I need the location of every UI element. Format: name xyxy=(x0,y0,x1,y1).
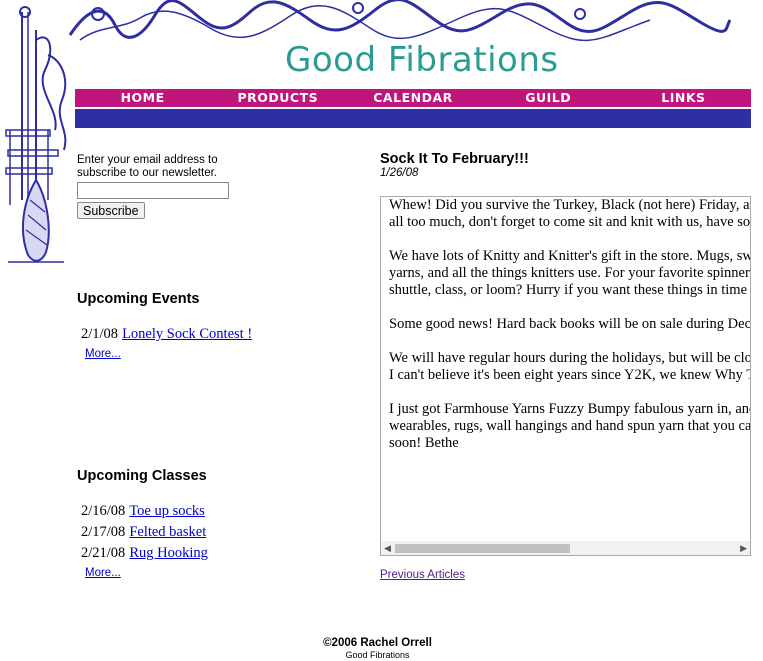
spindle-decoration xyxy=(5,6,67,263)
nav-guild[interactable]: GUILD xyxy=(481,89,616,107)
class-date: 2/16/08 xyxy=(81,503,126,519)
event-date: 2/1/08 xyxy=(81,326,119,342)
class-link[interactable]: Felted basket xyxy=(129,524,206,540)
list-item: 2/1/08 Lonely Sock Contest ! xyxy=(81,324,252,345)
footer-site-name: Good Fibrations xyxy=(345,650,410,660)
article-date: 1/26/08 xyxy=(380,167,419,179)
subscribe-button[interactable]: Subscribe xyxy=(77,202,145,219)
list-item: 2/17/08 Felted basket xyxy=(81,522,208,543)
newsletter-prompt: Enter your email address to subscribe to… xyxy=(77,154,218,179)
classes-heading: Upcoming Classes xyxy=(77,468,207,484)
nav-calendar[interactable]: CALENDAR xyxy=(345,89,480,107)
events-heading: Upcoming Events xyxy=(77,291,200,307)
horizontal-scrollbar[interactable]: ◀ ▶ xyxy=(381,541,750,555)
list-item: 2/21/08 Rug Hooking xyxy=(81,543,208,564)
list-item: 2/16/08 Toe up socks xyxy=(81,501,208,522)
classes-list: 2/16/08 Toe up socks 2/17/08 Felted basket… xyxy=(81,501,208,581)
footer-copyright: ©2006 Rachel Orrell xyxy=(323,637,432,649)
article-paragraph: I just got Farmhouse Yarns Fuzzy Bumpy f… xyxy=(389,401,751,451)
events-more-link[interactable]: More... xyxy=(85,348,121,360)
article-paragraph: We will have regular hours during the ho… xyxy=(389,350,751,383)
nav-links[interactable]: LINKS xyxy=(616,89,751,107)
article-title: Sock It To February!!! xyxy=(380,151,529,167)
nav-products[interactable]: PRODUCTS xyxy=(210,89,345,107)
classes-more-link[interactable]: More... xyxy=(85,567,121,579)
nav-home[interactable]: HOME xyxy=(75,89,210,107)
article-paragraph: We have lots of Knitty and Knitter's gif… xyxy=(389,248,751,298)
article-scroll-frame[interactable]: Whew! Did you survive the Turkey, Black … xyxy=(380,196,751,556)
events-list: 2/1/08 Lonely Sock Contest ! More... xyxy=(81,324,252,362)
email-field[interactable] xyxy=(77,182,229,199)
article-paragraph: Some good news! Hard back books will be … xyxy=(389,316,751,332)
event-link[interactable]: Lonely Sock Contest ! xyxy=(122,326,252,342)
previous-articles-link[interactable]: Previous Articles xyxy=(380,569,465,581)
class-date: 2/21/08 xyxy=(81,545,126,561)
site-logo[interactable]: Good Fibrations xyxy=(285,40,559,80)
scroll-left-icon[interactable]: ◀ xyxy=(384,543,391,553)
class-date: 2/17/08 xyxy=(81,524,126,540)
scrollbar-thumb[interactable] xyxy=(395,544,570,553)
nav-subbar xyxy=(75,109,751,128)
article-body: Whew! Did you survive the Turkey, Black … xyxy=(389,197,751,469)
article-paragraph: Whew! Did you survive the Turkey, Black … xyxy=(389,197,751,230)
class-link[interactable]: Toe up socks xyxy=(129,503,205,519)
scroll-right-icon[interactable]: ▶ xyxy=(740,543,747,553)
main-nav: HOME PRODUCTS CALENDAR GUILD LINKS xyxy=(75,89,751,107)
header-swirl-decoration xyxy=(68,0,732,42)
class-link[interactable]: Rug Hooking xyxy=(129,545,208,561)
newsletter-form: Enter your email address to subscribe to… xyxy=(77,154,247,219)
